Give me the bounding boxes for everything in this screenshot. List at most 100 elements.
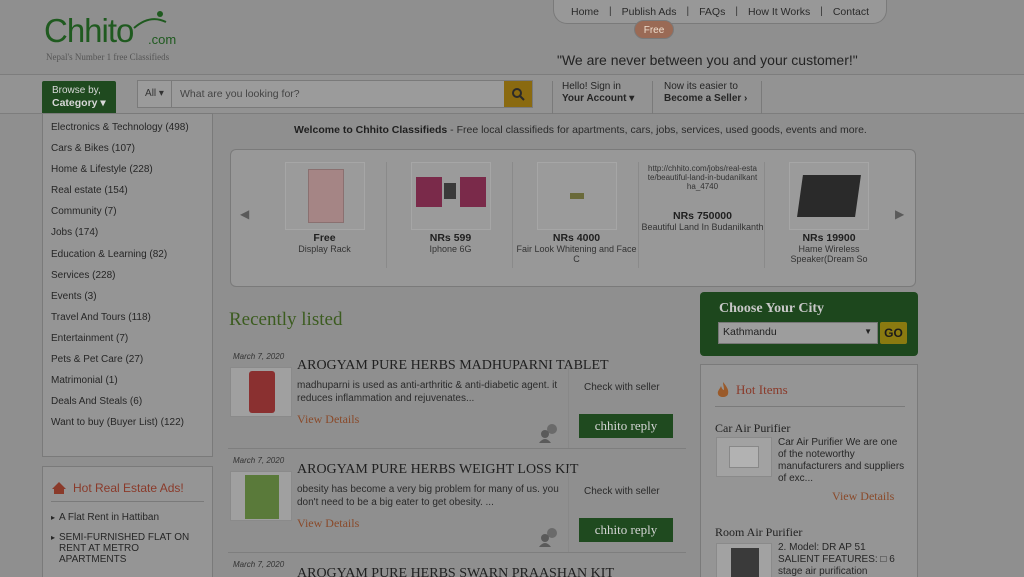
item-price: Free (313, 232, 336, 244)
choose-city-panel: Choose Your City Kathmandu ▼ GO (700, 292, 918, 356)
listing-row: March 7, 2020 AROGYAM PURE HERBS MADHUPA… (228, 352, 686, 449)
nav-publish-ads[interactable]: Publish Ads (622, 6, 677, 18)
carousel-item[interactable]: NRs 19900 Hame Wireless Speaker(Dream So (767, 162, 891, 268)
category-item[interactable]: Matrimonial (1) (43, 373, 212, 394)
account-greeting: Hello! Sign in (562, 81, 621, 92)
hot-item-thumbnail[interactable] (716, 543, 772, 577)
item-name: Iphone 6G (429, 244, 472, 254)
recently-listed-heading: Recently listed (229, 309, 343, 330)
real-estate-ad-link[interactable]: SEMI-FURNISHED FLAT ON RENT AT METRO APA… (51, 532, 204, 565)
runner-icon (133, 11, 167, 29)
carousel-item[interactable]: http://chhito.com/jobs/real-estate/beaut… (641, 162, 765, 268)
item-name: Beautiful Land In Budanilkanth (641, 222, 764, 232)
carousel-item[interactable]: NRs 4000 Fair Look Whitening and Face C (515, 162, 639, 268)
hot-items-heading: Hot Items (736, 382, 788, 397)
hot-item-title[interactable]: Room Air Purifier (715, 525, 802, 540)
item-name: Display Rack (298, 244, 351, 254)
seller-intro: Now its easier to (664, 81, 738, 92)
listing-title[interactable]: AROGYAM PURE HERBS SWARN PRAASHAN KIT (297, 566, 614, 577)
city-go-button[interactable]: GO (880, 322, 907, 344)
nav-contact[interactable]: Contact (833, 6, 869, 18)
search-input[interactable] (172, 81, 504, 107)
category-item[interactable]: Home & Lifestyle (228) (43, 162, 212, 183)
chevron-right-icon: › (741, 93, 748, 104)
house-icon (52, 482, 66, 494)
category-item[interactable]: Education & Learning (82) (43, 247, 212, 268)
top-nav: Home | Publish Ads | FAQs | How It Works | C… (553, 0, 887, 24)
listing-title[interactable]: AROGYAM PURE HERBS MADHUPARNI TABLET (297, 358, 609, 374)
listing-row: March 7, 2020 AROGYAM PURE HERBS SWARN P… (228, 560, 686, 577)
search-box: All ▾ (137, 80, 533, 108)
carousel-next-icon[interactable]: ▶ (895, 207, 904, 221)
listing-row: March 7, 2020 AROGYAM PURE HERBS WEIGHT … (228, 456, 686, 553)
iphone-thumbnail (410, 162, 491, 230)
hot-item-description: 2. Model: DR AP 51 SALIENT FEATURES: □ 6… (778, 542, 895, 577)
category-item[interactable]: Community (7) (43, 204, 212, 225)
choose-city-heading: Choose Your City (719, 301, 825, 316)
logo-brand: Chhito (44, 12, 134, 49)
hot-items-panel: Hot Items Car Air Purifier Car Air Purif… (700, 364, 918, 577)
view-details-link[interactable]: View Details (297, 516, 359, 531)
free-badge[interactable]: Free (634, 20, 674, 39)
face-cream-thumbnail (536, 162, 617, 230)
category-item[interactable]: Deals And Steals (6) (43, 394, 212, 415)
seller-label: Become a Seller (664, 93, 742, 104)
item-price: NRs 599 (429, 232, 472, 244)
caret-down-icon: ▾ (97, 97, 106, 109)
caret-down-icon: ▾ (626, 93, 635, 104)
city-select[interactable]: Kathmandu ▼ (718, 322, 878, 344)
category-item[interactable]: Jobs (174) (43, 225, 212, 246)
city-select-value: Kathmandu (723, 326, 777, 338)
listing-title[interactable]: AROGYAM PURE HERBS WEIGHT LOSS KIT (297, 462, 578, 478)
carousel-item[interactable]: Free Display Rack (263, 162, 387, 268)
listing-date: March 7, 2020 (233, 456, 285, 465)
category-item[interactable]: Real estate (154) (43, 183, 212, 204)
listing-thumbnail[interactable] (230, 367, 292, 417)
search-scope-select[interactable]: All ▾ (138, 81, 172, 107)
carousel-prev-icon[interactable]: ◀ (240, 207, 249, 221)
item-price: NRs 4000 (552, 232, 601, 244)
header-tagline: "We are never between you and your custo… (557, 52, 858, 68)
speaker-thumbnail (789, 162, 869, 230)
browse-label: Browse by, (52, 85, 101, 96)
nav-home[interactable]: Home (571, 6, 599, 18)
nav-how-it-works[interactable]: How It Works (748, 6, 810, 18)
category-item[interactable]: Cars & Bikes (107) (43, 141, 212, 162)
category-item[interactable]: Pets & Pet Care (27) (43, 352, 212, 373)
search-icon (512, 88, 525, 101)
nav-faqs[interactable]: FAQs (699, 6, 725, 18)
account-menu[interactable]: Hello! Sign in Your Account ▾ (552, 81, 648, 114)
view-details-link[interactable]: View Details (832, 489, 894, 504)
category-item[interactable]: Entertainment (7) (43, 331, 212, 352)
broken-image-alt: http://chhito.com/jobs/real-estate/beaut… (647, 164, 758, 191)
flame-icon (717, 382, 729, 397)
chhito-reply-button[interactable]: chhito reply (579, 414, 673, 438)
browse-category-button[interactable]: Browse by, Category ▾ (42, 81, 116, 114)
listing-thumbnail[interactable] (230, 471, 292, 521)
item-name: Fair Look Whitening and Face C (516, 244, 637, 264)
logo-subtitle: Nepal's Number 1 free Classifieds (46, 52, 170, 62)
hot-real-estate-panel: Hot Real Estate Ads! A Flat Rent in Hatt… (42, 466, 213, 577)
become-seller-link[interactable]: Now its easier to Become a Seller › (652, 81, 762, 114)
welcome-text: Welcome to Chhito Classifieds - Free loc… (294, 124, 867, 136)
site-logo[interactable]: Chhito .com Nepal's Number 1 free Classi… (44, 11, 184, 64)
category-item[interactable]: Electronics & Technology (498) (43, 120, 212, 141)
carousel-item[interactable]: NRs 599 Iphone 6G (389, 162, 513, 268)
category-item[interactable]: Travel And Tours (118) (43, 310, 212, 331)
real-estate-ad-link[interactable]: A Flat Rent in Hattiban (51, 512, 204, 523)
chhito-reply-button[interactable]: chhito reply (579, 518, 673, 542)
hot-real-estate-heading: Hot Real Estate Ads! (73, 481, 184, 495)
category-item[interactable]: Want to buy (Buyer List) (122) (43, 415, 212, 436)
search-button[interactable] (504, 81, 532, 107)
user-icon (539, 528, 557, 547)
hot-item-thumbnail[interactable] (716, 437, 772, 477)
item-name: Hame Wireless Speaker(Dream So (790, 244, 868, 264)
category-item[interactable]: Services (228) (43, 268, 212, 289)
search-scope-value: All (145, 88, 157, 99)
welcome-title: Welcome to Chhito Classifieds (294, 124, 448, 136)
category-item[interactable]: Events (3) (43, 289, 212, 310)
view-details-link[interactable]: View Details (297, 412, 359, 427)
hot-item-title[interactable]: Car Air Purifier (715, 421, 790, 436)
account-label: Your Account (562, 93, 627, 104)
item-price: NRs 19900 (802, 232, 856, 244)
